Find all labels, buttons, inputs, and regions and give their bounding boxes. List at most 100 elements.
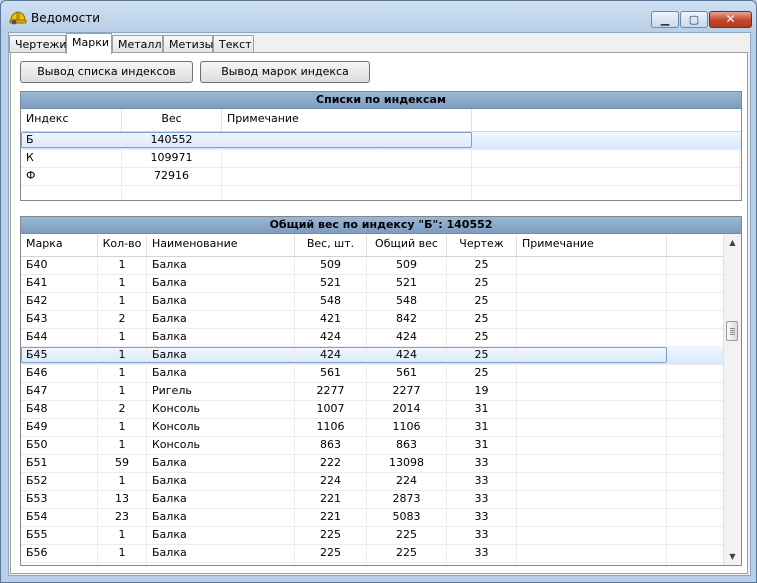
marks-table-cell (517, 473, 667, 490)
index-list-empty-row[interactable] (21, 186, 741, 200)
marks-table-cell: Балка (147, 275, 295, 292)
marks-table-row[interactable]: Б40 1 Балка 509 509 25 (21, 257, 741, 275)
list-indexes-button[interactable]: Вывод списка индексов (20, 61, 193, 83)
scroll-thumb[interactable] (726, 321, 738, 341)
col-header-qty[interactable]: Кол-во (98, 234, 147, 256)
marks-table-cell: 13098 (367, 455, 447, 472)
scroll-down-arrow-icon[interactable]: ▼ (724, 548, 741, 565)
minimize-icon: ▁ (660, 13, 670, 26)
scroll-up-arrow-icon[interactable]: ▲ (724, 234, 741, 251)
tab-text[interactable]: Текст (213, 35, 254, 53)
marks-table-cell: 521 (295, 275, 367, 292)
marks-table-row[interactable]: Б43 2 Балка 421 842 25 (21, 311, 741, 329)
index-list-row[interactable]: Ф 72916 (21, 168, 741, 186)
marks-table-cell (517, 455, 667, 472)
marks-table-cell: 25 (447, 275, 517, 292)
col-header-note[interactable]: Примечание (222, 109, 472, 131)
marks-table-cell: Б45 (21, 347, 98, 364)
marks-table-row[interactable]: Б53 13 Балка 221 2873 33 (21, 491, 741, 509)
marks-table-cell: Консоль (147, 401, 295, 418)
marks-table-cell: 1 (98, 545, 147, 562)
maximize-button[interactable]: ▢ (680, 11, 708, 28)
marks-table-row[interactable]: Б52 1 Балка 224 224 33 (21, 473, 741, 491)
marks-vertical-scrollbar[interactable]: ▲ ▼ (723, 234, 741, 565)
marks-table-cell: 33 (447, 527, 517, 544)
marks-table-cell: Балка (147, 527, 295, 544)
index-list-cell: Б (21, 132, 122, 149)
marks-table-cell: Б42 (21, 293, 98, 310)
list-marks-button[interactable]: Вывод марок индекса (200, 61, 370, 83)
marks-table-cell: Балка (147, 545, 295, 562)
marks-table-row[interactable]: Б54 23 Балка 221 5083 33 (21, 509, 741, 527)
marks-table-cell: 225 (367, 545, 447, 562)
marks-table-cell: Балка (147, 509, 295, 526)
col-header-weight[interactable]: Вес (122, 109, 222, 131)
index-list-cell: К (21, 150, 122, 167)
marks-table-row[interactable]: Б56 1 Балка 225 225 33 (21, 545, 741, 563)
marks-table-row[interactable]: Б5721Балка189396933 (21, 563, 741, 565)
col-header-remark[interactable]: Примечание (517, 234, 667, 256)
marks-table-cell: 33 (447, 455, 517, 472)
marks-table-row[interactable]: Б46 1 Балка 561 561 25 (21, 365, 741, 383)
marks-table-cell: 1 (98, 527, 147, 544)
marks-table-cell: 424 (367, 329, 447, 346)
marks-table-cell: 1 (98, 383, 147, 400)
col-header-unit-weight[interactable]: Вес, шт. (295, 234, 367, 256)
marks-table-cell: Б43 (21, 311, 98, 328)
minimize-button[interactable]: ▁ (651, 11, 679, 28)
tab-drawings[interactable]: Чертежи (9, 35, 67, 53)
index-list-cell (222, 150, 472, 167)
index-list-cell: 72916 (122, 168, 222, 185)
tab-metal[interactable]: Металл (112, 35, 163, 53)
col-header-mark[interactable]: Марка (21, 234, 98, 256)
marks-table-cell: 421 (295, 311, 367, 328)
marks-table-cell: 1 (98, 257, 147, 274)
marks-table-cell: 1 (98, 275, 147, 292)
marks-table-row[interactable]: Б41 1 Балка 521 521 25 (21, 275, 741, 293)
col-header-name[interactable]: Наименование (147, 234, 295, 256)
marks-table-cell: 224 (367, 473, 447, 490)
marks-table-cell: 222 (295, 455, 367, 472)
marks-table-row[interactable]: Б51 59 Балка 222 13098 33 (21, 455, 741, 473)
marks-table-cell (517, 563, 667, 565)
index-list-cell (222, 186, 472, 200)
marks-table-cell: 221 (295, 509, 367, 526)
marks-table-cell: 1 (98, 419, 147, 436)
marks-table-cell: 25 (447, 293, 517, 310)
marks-table-row[interactable]: Б48 2 Консоль 1007 2014 31 (21, 401, 741, 419)
marks-table-cell: 1106 (295, 419, 367, 436)
marks-table-cell (517, 509, 667, 526)
marks-table-row[interactable]: Б50 1 Консоль 863 863 31 (21, 437, 741, 455)
marks-table-cell: 424 (295, 347, 367, 364)
marks-table-cell: 31 (447, 437, 517, 454)
close-icon: ✕ (725, 12, 736, 26)
col-header-total-weight[interactable]: Общий вес (367, 234, 447, 256)
marks-table-cell: 224 (295, 473, 367, 490)
marks-table-cell: 13 (98, 491, 147, 508)
marks-table-row[interactable]: Б44 1 Балка 424 424 25 (21, 329, 741, 347)
marks-table-cell: Б52 (21, 473, 98, 490)
index-list-row[interactable]: Б 140552 (21, 132, 741, 150)
marks-table-row[interactable]: Б47 1 Ригель 2277 2277 19 (21, 383, 741, 401)
close-button[interactable]: ✕ (709, 11, 752, 28)
marks-table-cell: Консоль (147, 419, 295, 436)
title-bar[interactable]: Ведомости ▁ ▢ ✕ (1, 1, 756, 33)
col-header-index[interactable]: Индекс (21, 109, 122, 131)
index-list-rows: Б 140552 К 109971 Ф 72916 (21, 132, 741, 200)
col-header-drawing[interactable]: Чертеж (447, 234, 517, 256)
tab-marks[interactable]: Марки (66, 33, 112, 54)
marks-table-cell (517, 383, 667, 400)
marks-table-cell: Консоль (147, 437, 295, 454)
marks-table-cell: 1 (98, 437, 147, 454)
marks-table-row[interactable]: Б49 1 Консоль 1106 1106 31 (21, 419, 741, 437)
index-list-row[interactable]: К 109971 (21, 150, 741, 168)
marks-table-row[interactable]: Б45 1 Балка 424 424 25 (21, 347, 741, 365)
marks-table-row[interactable]: Б42 1 Балка 548 548 25 (21, 293, 741, 311)
marks-table-cell: 33 (447, 545, 517, 562)
marks-table-cell: Б54 (21, 509, 98, 526)
marks-table-cell: 2277 (367, 383, 447, 400)
marks-table-row[interactable]: Б55 1 Балка 225 225 33 (21, 527, 741, 545)
marks-table-cell (517, 257, 667, 274)
tab-hardware[interactable]: Метизы (163, 35, 213, 53)
marks-table-cell: 25 (447, 257, 517, 274)
